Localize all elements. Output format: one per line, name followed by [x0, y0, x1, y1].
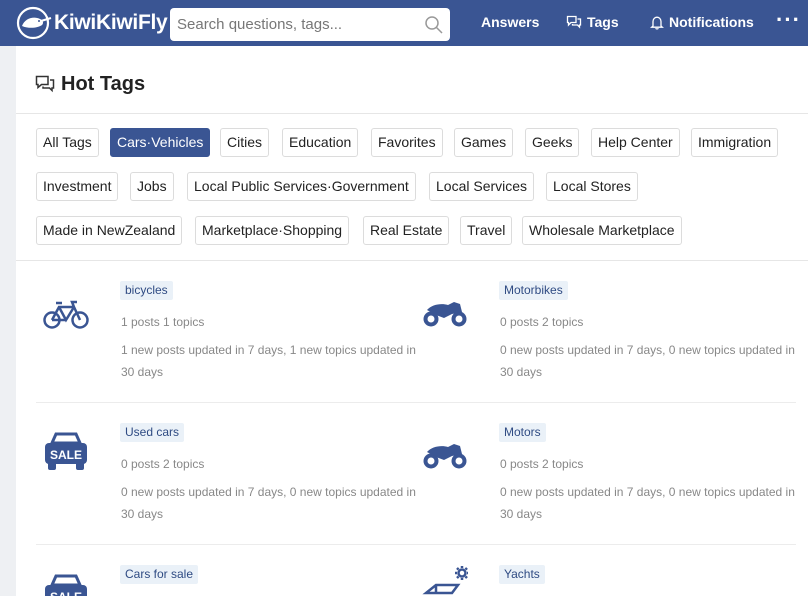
tag-card-bicycles: bicycles 1 posts 1 topics 1 new posts up… [36, 261, 416, 401]
search-icon[interactable] [424, 15, 444, 35]
sale-label: SALE [50, 448, 82, 462]
tag-updated-summary: 0 new posts updated in 7 days, 0 new top… [500, 485, 795, 521]
car-sale-icon: SALE [45, 432, 87, 470]
filter-chip-help-center[interactable]: Help Center [591, 128, 680, 157]
filter-chip-cities[interactable]: Cities [220, 128, 270, 157]
tag-link[interactable]: Motorbikes [499, 281, 568, 300]
page-title: Hot Tags [61, 73, 146, 95]
tag-card-motorbikes: Motorbikes 0 posts 2 topics 0 new posts … [415, 261, 795, 401]
top-navigation-bar: KiwiKiwiFly Answers Tags Notifications ·… [0, 0, 808, 46]
tag-stats: 0 posts 2 topics [500, 457, 584, 471]
search-box [170, 8, 450, 41]
tag-link[interactable]: Used cars [120, 423, 185, 442]
brand-logo[interactable]: KiwiKiwiFly [16, 6, 168, 40]
tag-card-grid: bicycles 1 posts 1 topics 1 new posts up… [16, 261, 808, 596]
filter-chip-games[interactable]: Games [454, 128, 514, 157]
nav-answers[interactable]: Answers [481, 14, 539, 30]
tag-stats: 0 posts 2 topics [500, 315, 584, 329]
tag-updated-summary: 0 new posts updated in 7 days, 0 new top… [121, 485, 416, 521]
tag-updated-summary: 0 new posts updated in 7 days, 0 new top… [500, 343, 795, 379]
filter-chip-travel[interactable]: Travel [460, 216, 513, 245]
filter-chip-jobs[interactable]: Jobs [130, 172, 174, 201]
filter-chip-local-public-services[interactable]: Local Public Services·Government [187, 172, 416, 201]
bell-icon [650, 16, 664, 30]
tag-link[interactable]: Yachts [499, 565, 545, 584]
tag-link[interactable]: bicycles [120, 281, 173, 300]
filter-chip-investment[interactable]: Investment [36, 172, 119, 201]
car-sale-icon: SALE [45, 574, 87, 596]
panel-header: Hot Tags [16, 46, 808, 114]
filter-chip-real-estate[interactable]: Real Estate [363, 216, 450, 245]
filter-chip-cars-vehicles[interactable]: Cars·Vehicles [110, 128, 211, 157]
kiwi-bird-icon [16, 6, 52, 40]
yacht-icon [422, 566, 468, 595]
filter-chip-favorites[interactable]: Favorites [371, 128, 443, 157]
tag-updated-summary: 1 new posts updated in 7 days, 1 new top… [121, 343, 416, 379]
filter-chip-education[interactable]: Education [282, 128, 359, 157]
hot-tags-panel: Hot Tags All Tags Cars·Vehicles Cities E… [16, 46, 808, 596]
tag-card-yachts: Yachts [415, 545, 785, 596]
tag-link[interactable]: Cars for sale [120, 565, 199, 584]
filter-chip-wholesale-marketplace[interactable]: Wholesale Marketplace [522, 216, 682, 245]
filter-chip-all-tags[interactable]: All Tags [36, 128, 99, 157]
tag-link[interactable]: Motors [499, 423, 546, 442]
filter-chip-made-in-newzealand[interactable]: Made in NewZealand [36, 216, 183, 245]
tag-card-used-cars: SALE Used cars 0 posts 2 topics 0 new po… [36, 403, 416, 543]
chat-bubbles-icon [566, 15, 582, 29]
tag-stats: 0 posts 2 topics [121, 457, 205, 471]
tag-card-cars-for-sale: SALE Cars for sale [36, 545, 406, 596]
more-menu-icon[interactable]: ··· [776, 9, 801, 31]
nav-tags-label: Tags [587, 14, 619, 30]
brand-name: KiwiKiwiFly [54, 11, 168, 34]
nav-tags[interactable]: Tags [566, 14, 619, 30]
tag-filter-bar: All Tags Cars·Vehicles Cities Education … [16, 114, 808, 261]
nav-notifications-label: Notifications [669, 14, 754, 30]
search-input[interactable] [170, 8, 420, 41]
filter-chip-local-stores[interactable]: Local Stores [546, 172, 638, 201]
filter-chip-marketplace-shopping[interactable]: Marketplace·Shopping [195, 216, 350, 245]
filter-chip-geeks[interactable]: Geeks [525, 128, 580, 157]
motorbike-icon [423, 302, 467, 327]
tag-stats: 1 posts 1 topics [121, 315, 205, 329]
filter-chip-local-services[interactable]: Local Services [429, 172, 535, 201]
tag-card-motors: Motors 0 posts 2 topics 0 new posts upda… [415, 403, 795, 543]
chat-bubbles-icon [35, 75, 55, 93]
nav-notifications[interactable]: Notifications [650, 14, 754, 30]
bicycle-icon [43, 300, 89, 329]
sale-label: SALE [50, 590, 82, 596]
nav-answers-label: Answers [481, 14, 540, 30]
filter-chip-immigration[interactable]: Immigration [691, 128, 779, 157]
motorbike-icon [423, 444, 467, 469]
